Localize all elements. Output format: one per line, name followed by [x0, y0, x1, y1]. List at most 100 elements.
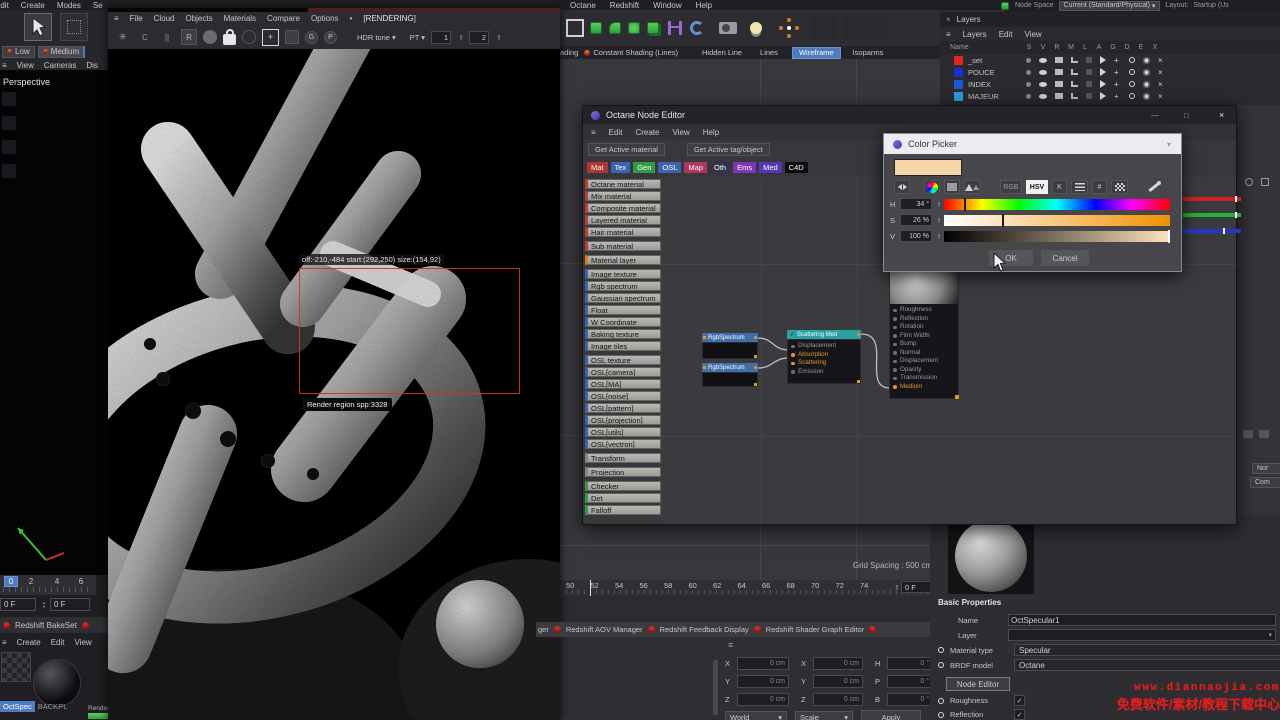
size-y-field[interactable]: 0 cm	[813, 675, 863, 688]
hamburger-icon[interactable]: ≡	[728, 640, 733, 650]
list-item[interactable]: Material layer	[585, 255, 661, 265]
render-icon[interactable]	[1055, 93, 1063, 99]
col-d[interactable]: D	[1120, 44, 1134, 51]
tool-icon[interactable]	[2, 140, 16, 154]
menu-octane[interactable]: Octane	[570, 1, 596, 10]
list-item[interactable]: OSL[noise]	[585, 391, 661, 401]
layers-tab[interactable]: Layers	[957, 15, 981, 24]
tab-c4d[interactable]: C4D	[785, 162, 808, 173]
image-mode-icon[interactable]	[964, 180, 980, 194]
spin-field-2[interactable]: 2	[469, 31, 489, 44]
list-item[interactable]: Gaussian spectrum	[585, 293, 661, 303]
expressions-icon[interactable]	[1143, 81, 1150, 88]
tab-map[interactable]: Map	[684, 162, 707, 173]
anim-dot-icon[interactable]	[938, 712, 944, 718]
color-picker-titlebar[interactable]: Color Picker ▾	[884, 134, 1181, 154]
hdr-tone-select[interactable]: HDR tone▾	[357, 33, 396, 42]
cursor-tool-button[interactable]	[24, 13, 52, 41]
v-stepper[interactable]: ▲▼	[937, 233, 941, 240]
port-transmission[interactable]: Transmission	[892, 374, 958, 383]
lock-icon[interactable]	[1086, 57, 1092, 63]
edit-menu[interactable]: Edit	[51, 638, 65, 647]
left-timeline-ruler[interactable]: 0 2 4 6	[0, 575, 96, 595]
magnifier-icon[interactable]	[1245, 178, 1253, 186]
list-item[interactable]: OSL[camera]	[585, 367, 661, 377]
node-collapse-icon[interactable]	[703, 336, 706, 339]
manager-icon[interactable]	[1071, 69, 1078, 75]
quality-medium-button[interactable]: Medium	[38, 46, 85, 58]
resize-handle[interactable]	[754, 355, 757, 358]
list-item[interactable]: Projection	[585, 467, 661, 477]
rgb-mode-button[interactable]: RGB	[1000, 180, 1022, 194]
lock-icon[interactable]	[1086, 81, 1092, 87]
hamburger-icon[interactable]: ≡	[2, 61, 7, 70]
saturation-marker[interactable]	[1002, 214, 1004, 227]
saturation-slider[interactable]	[944, 215, 1170, 226]
section-header[interactable]: Basic Properties	[938, 598, 1001, 607]
lock-icon[interactable]	[223, 34, 236, 45]
lock-icon[interactable]	[1086, 69, 1092, 75]
pause-render-icon[interactable]: ||	[159, 29, 175, 45]
col-m[interactable]: M	[1064, 44, 1078, 51]
tool-icon[interactable]	[2, 116, 16, 130]
deformers-icon[interactable]	[1129, 69, 1135, 75]
render-canvas[interactable]: off:-210,-484 start:(292,250) size:(154,…	[108, 49, 560, 720]
port-rotation[interactable]: Rotation	[892, 323, 958, 332]
quality-low-button[interactable]: Low	[2, 46, 35, 58]
list-item[interactable]: Float	[585, 305, 661, 315]
list-item[interactable]: Transform	[585, 453, 661, 463]
menu-window[interactable]: Window	[653, 1, 681, 10]
render-icon[interactable]	[1055, 81, 1063, 87]
node-specular-material[interactable]: Roughness Reflection Rotation Film Width…	[889, 269, 959, 399]
eye-icon[interactable]	[1039, 82, 1047, 87]
tab-cut[interactable]: ger	[538, 625, 549, 634]
edit-menu[interactable]: Edit	[609, 128, 623, 137]
deformers-icon[interactable]	[1129, 57, 1135, 63]
eye-icon[interactable]	[1039, 70, 1047, 75]
close-button[interactable]: ×	[1219, 110, 1224, 120]
h-value-field[interactable]: 34 °	[900, 198, 932, 210]
partial-label-composite[interactable]: Com	[1250, 477, 1280, 488]
port-roughness[interactable]: Roughness	[892, 306, 958, 315]
frame-icon[interactable]	[566, 19, 584, 37]
deformers-icon[interactable]	[1129, 93, 1135, 99]
cloud-menu[interactable]: Cloud	[154, 14, 175, 23]
camera-icon[interactable]	[719, 22, 737, 34]
layer-name[interactable]: _set	[968, 56, 1026, 65]
green-slider[interactable]	[1183, 213, 1241, 217]
size-z-field[interactable]: 0 cm	[813, 693, 863, 706]
instances-icon[interactable]	[647, 22, 659, 34]
layer-color-swatch[interactable]	[954, 56, 963, 65]
h-stepper[interactable]: ▲▼	[937, 201, 941, 208]
tab-osl[interactable]: OSL	[658, 162, 681, 173]
hidden-line-button[interactable]: Hidden Line	[702, 48, 742, 57]
list-item[interactable]: Dirt	[585, 493, 661, 503]
region-render-icon[interactable]: R	[181, 29, 197, 45]
manager-icon[interactable]	[1071, 57, 1078, 63]
layer-row[interactable]: INDEX +×	[940, 78, 1280, 90]
reflection-checkbox[interactable]: ✓	[1014, 709, 1025, 720]
bakeset-tab[interactable]: Redshift BakeSet	[0, 617, 112, 633]
octane-target-icon[interactable]	[779, 18, 799, 38]
scatter-icon[interactable]	[628, 22, 640, 34]
curve-icon[interactable]	[690, 21, 704, 35]
list-item[interactable]: OSL texture	[585, 355, 661, 365]
view-menu[interactable]: View	[17, 61, 34, 70]
frame-stepper[interactable]: ▲▼	[42, 601, 46, 608]
menu-help[interactable]: Help	[696, 1, 712, 10]
light-bulb-icon[interactable]	[750, 22, 762, 34]
hamburger-icon[interactable]: ≡	[946, 30, 951, 39]
timeline-frame-field[interactable]: ▲▼ 0 F	[893, 581, 931, 593]
layer-color-swatch[interactable]	[954, 80, 963, 89]
render-icon[interactable]	[1055, 69, 1063, 75]
layer-name[interactable]: POUCE	[968, 68, 1026, 77]
port-displacement[interactable]: Displacement	[892, 357, 958, 366]
kelvin-mode-button[interactable]: K	[1052, 180, 1067, 194]
solo-icon[interactable]	[1026, 70, 1031, 75]
lock-icon[interactable]	[1086, 93, 1092, 99]
tab-med[interactable]: Med	[759, 162, 782, 173]
xref-icon[interactable]: ×	[1158, 57, 1163, 64]
list-item[interactable]: Checker	[585, 481, 661, 491]
node-scattering-medium[interactable]: ✓ Scattering Med Displacement Absorption…	[787, 330, 861, 388]
options-menu[interactable]: Options	[311, 14, 339, 23]
